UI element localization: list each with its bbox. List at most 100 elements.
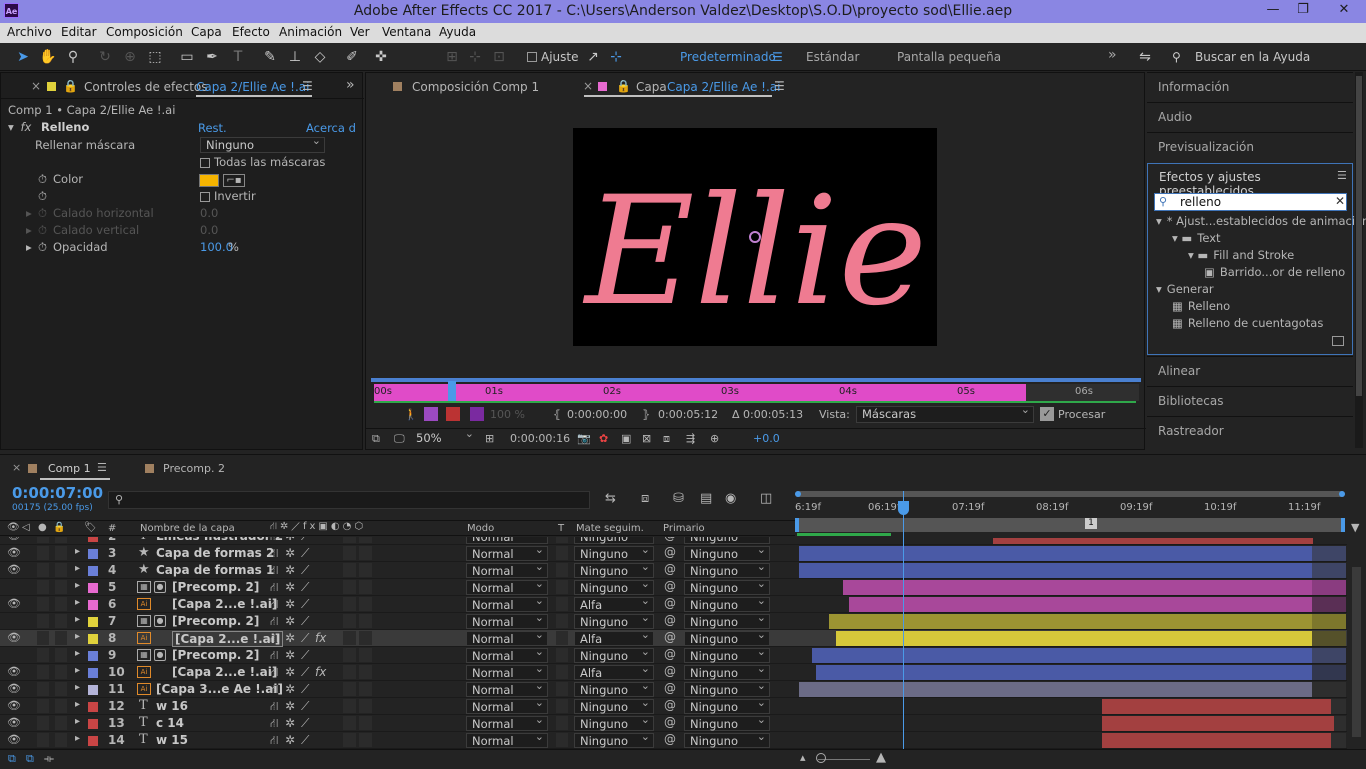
pick-whip-icon[interactable]: @ bbox=[664, 596, 676, 610]
blend-mode-dropdown[interactable]: Normal bbox=[466, 628, 548, 646]
preserve-transparency-toggle[interactable] bbox=[556, 699, 568, 713]
video-switch-icon[interactable]: 👁 bbox=[7, 522, 20, 533]
layer-duration-bar[interactable] bbox=[849, 597, 1312, 612]
fx-switch-icon[interactable]: fx bbox=[315, 631, 326, 645]
workspace-menu-icon[interactable]: ☰ bbox=[772, 50, 783, 64]
track-matte-dropdown[interactable]: Ninguno bbox=[574, 713, 654, 731]
preview-panel-tab[interactable]: Previsualización bbox=[1147, 132, 1353, 162]
quality-switch-icon[interactable]: ⟋ bbox=[301, 648, 309, 663]
pick-whip-icon[interactable]: @ bbox=[664, 681, 676, 695]
column-num[interactable]: # bbox=[108, 523, 116, 534]
solo-toggle[interactable] bbox=[37, 537, 49, 543]
shy-switch-icon[interactable]: ⛙ bbox=[270, 716, 278, 732]
workspace-small-screen[interactable]: Pantalla pequeña bbox=[897, 50, 1001, 64]
menu-ventana[interactable]: Ventana bbox=[382, 25, 431, 39]
parent-dropdown[interactable]: Ninguno bbox=[684, 560, 770, 578]
layer-row[interactable]: 👁 ▸ 10 Ai [Capa 2...e !.ai]⛙ ✲ ⟋ fx Normal Alfa @ N… bbox=[0, 662, 1366, 681]
timeline-search-box[interactable]: ⚲ bbox=[108, 491, 590, 509]
parent-dropdown[interactable]: Ninguno bbox=[684, 543, 770, 561]
twirl-arrow-icon[interactable]: ▸ bbox=[75, 665, 80, 676]
expand-arrow-icon[interactable]: ▸ bbox=[26, 206, 32, 223]
quality-switch-icon[interactable]: ⟋ bbox=[301, 537, 309, 544]
adjustment-switch[interactable] bbox=[359, 682, 372, 696]
quality-switch-icon[interactable]: ⟋ bbox=[301, 563, 309, 578]
lock-toggle[interactable] bbox=[55, 699, 67, 713]
layer-row[interactable]: ▸ 9 ▦● [Precomp. 2] ⛙ ✲ ⟋ Normal Ninguno @ Ninguno bbox=[0, 645, 1366, 664]
reset-exposure-icon[interactable]: ⊕ bbox=[710, 432, 719, 445]
expand-arrow-icon[interactable]: ▸ bbox=[26, 240, 32, 257]
draft-3d-icon[interactable]: ⧈ bbox=[641, 491, 649, 506]
layer-row[interactable]: 👁 ▸ 11 Ai [Capa 3...e Ae !.ai]⛙ ✲ ⟋ Normal Ningu… bbox=[0, 679, 1366, 698]
visibility-eye-icon[interactable]: 👁 bbox=[7, 537, 21, 542]
workspaces-overflow-icon[interactable]: » bbox=[1108, 47, 1117, 63]
motion-blur-switch[interactable] bbox=[343, 563, 356, 577]
shy-switch-icon[interactable]: ⛙ bbox=[270, 563, 278, 579]
quality-switch-icon[interactable]: ⟋ bbox=[301, 546, 309, 561]
effects-tree-item[interactable]: ▾ * Ajust...establecidos de animación bbox=[1156, 214, 1366, 228]
blend-mode-dropdown[interactable]: Normal bbox=[466, 679, 548, 697]
parent-dropdown[interactable]: Ninguno bbox=[684, 645, 770, 663]
parent-dropdown[interactable]: Ninguno bbox=[684, 594, 770, 612]
axis-view-icon[interactable]: ⊡ bbox=[490, 48, 508, 66]
layer-name[interactable]: [Precomp. 2] bbox=[172, 648, 259, 662]
lock-toggle[interactable] bbox=[55, 648, 67, 662]
comp-marker[interactable]: 1 bbox=[1085, 518, 1097, 529]
timeline-scrollbar[interactable]: ▼ bbox=[1347, 519, 1366, 749]
preserve-transparency-toggle[interactable] bbox=[556, 665, 568, 679]
preserve-transparency-toggle[interactable] bbox=[556, 716, 568, 730]
blend-mode-dropdown[interactable]: Normal bbox=[466, 713, 548, 731]
snap-features-icon[interactable]: ⊹ bbox=[607, 48, 625, 66]
quality-switch-icon[interactable]: ⟋ bbox=[301, 597, 309, 612]
align-panel-tab[interactable]: Alinear bbox=[1147, 356, 1353, 386]
solo-toggle[interactable] bbox=[37, 733, 49, 747]
lock-icon[interactable]: 🔒 bbox=[63, 79, 78, 93]
zoom-in-icon[interactable]: ▲ bbox=[876, 750, 886, 765]
label-color[interactable] bbox=[88, 617, 98, 627]
pick-whip-icon[interactable]: @ bbox=[664, 698, 676, 712]
adjustment-switch[interactable] bbox=[359, 699, 372, 713]
effect-reset-link[interactable]: Rest. bbox=[198, 121, 227, 138]
adjustment-switch[interactable] bbox=[359, 614, 372, 628]
parent-dropdown[interactable]: Ninguno bbox=[684, 679, 770, 697]
lock-toggle[interactable] bbox=[55, 580, 67, 594]
track-matte-dropdown[interactable]: Alfa bbox=[574, 628, 654, 646]
motion-blur-switch[interactable] bbox=[343, 597, 356, 611]
parent-dropdown[interactable]: Ninguno bbox=[684, 713, 770, 731]
audio-switch-icon[interactable]: ◁ bbox=[22, 522, 30, 533]
zoom-tool-icon[interactable]: ⚲ bbox=[64, 48, 82, 66]
parent-dropdown[interactable]: Ninguno bbox=[684, 611, 770, 629]
solo-toggle[interactable] bbox=[37, 665, 49, 679]
expand-arrow-icon[interactable]: ▾ bbox=[8, 120, 14, 134]
expand-arrow-icon[interactable]: ▸ bbox=[26, 223, 32, 240]
motion-blur-switch[interactable] bbox=[343, 648, 356, 662]
label-color[interactable] bbox=[88, 537, 98, 542]
quality-switch-icon[interactable]: ⟋ bbox=[301, 580, 309, 595]
parent-dropdown[interactable]: Ninguno bbox=[684, 696, 770, 714]
layer-row[interactable]: 👁 ▸ 12 Tw 16 ⛙ ✲ ⟋ Normal Ninguno @ Ninguno bbox=[0, 696, 1366, 715]
column-t[interactable]: T bbox=[558, 523, 564, 534]
adjustment-switch[interactable] bbox=[359, 580, 372, 594]
blend-mode-dropdown[interactable]: Normal bbox=[466, 577, 548, 595]
3d-view-icon[interactable]: ⧈ bbox=[663, 432, 670, 446]
layer-row[interactable]: 👁 ▸ 3 ★ Capa de formas 2⛙ ✲ ⟋ Normal Ninguno @ Nin… bbox=[0, 543, 1366, 562]
preserve-transparency-toggle[interactable] bbox=[556, 682, 568, 696]
visibility-eye-icon[interactable]: 👁 bbox=[7, 682, 21, 695]
adjustment-switch[interactable] bbox=[359, 563, 372, 577]
pick-whip-icon[interactable]: @ bbox=[664, 537, 676, 542]
motion-blur-switch[interactable] bbox=[343, 682, 356, 696]
track-matte-dropdown[interactable]: Ninguno bbox=[574, 679, 654, 697]
pick-whip-icon[interactable]: @ bbox=[664, 715, 676, 729]
visibility-eye-icon[interactable]: 👁 bbox=[7, 597, 21, 610]
continuous-rasterize-icon[interactable]: ✲ bbox=[285, 631, 295, 645]
motion-blur-switch[interactable] bbox=[343, 614, 356, 628]
layer-duration-bar[interactable] bbox=[993, 538, 1313, 544]
adjustment-switch[interactable] bbox=[359, 597, 372, 611]
track-matte-dropdown[interactable]: Ninguno bbox=[574, 611, 654, 629]
close-tab-icon[interactable]: × bbox=[583, 79, 593, 93]
solo-toggle[interactable] bbox=[37, 580, 49, 594]
lock-toggle[interactable] bbox=[55, 537, 67, 543]
layer-duration-bar[interactable] bbox=[836, 631, 1312, 646]
twirl-arrow-icon[interactable]: ▸ bbox=[75, 537, 80, 540]
fill-mask-dropdown[interactable]: Ninguno bbox=[200, 134, 325, 153]
pick-whip-icon[interactable]: @ bbox=[664, 630, 676, 644]
